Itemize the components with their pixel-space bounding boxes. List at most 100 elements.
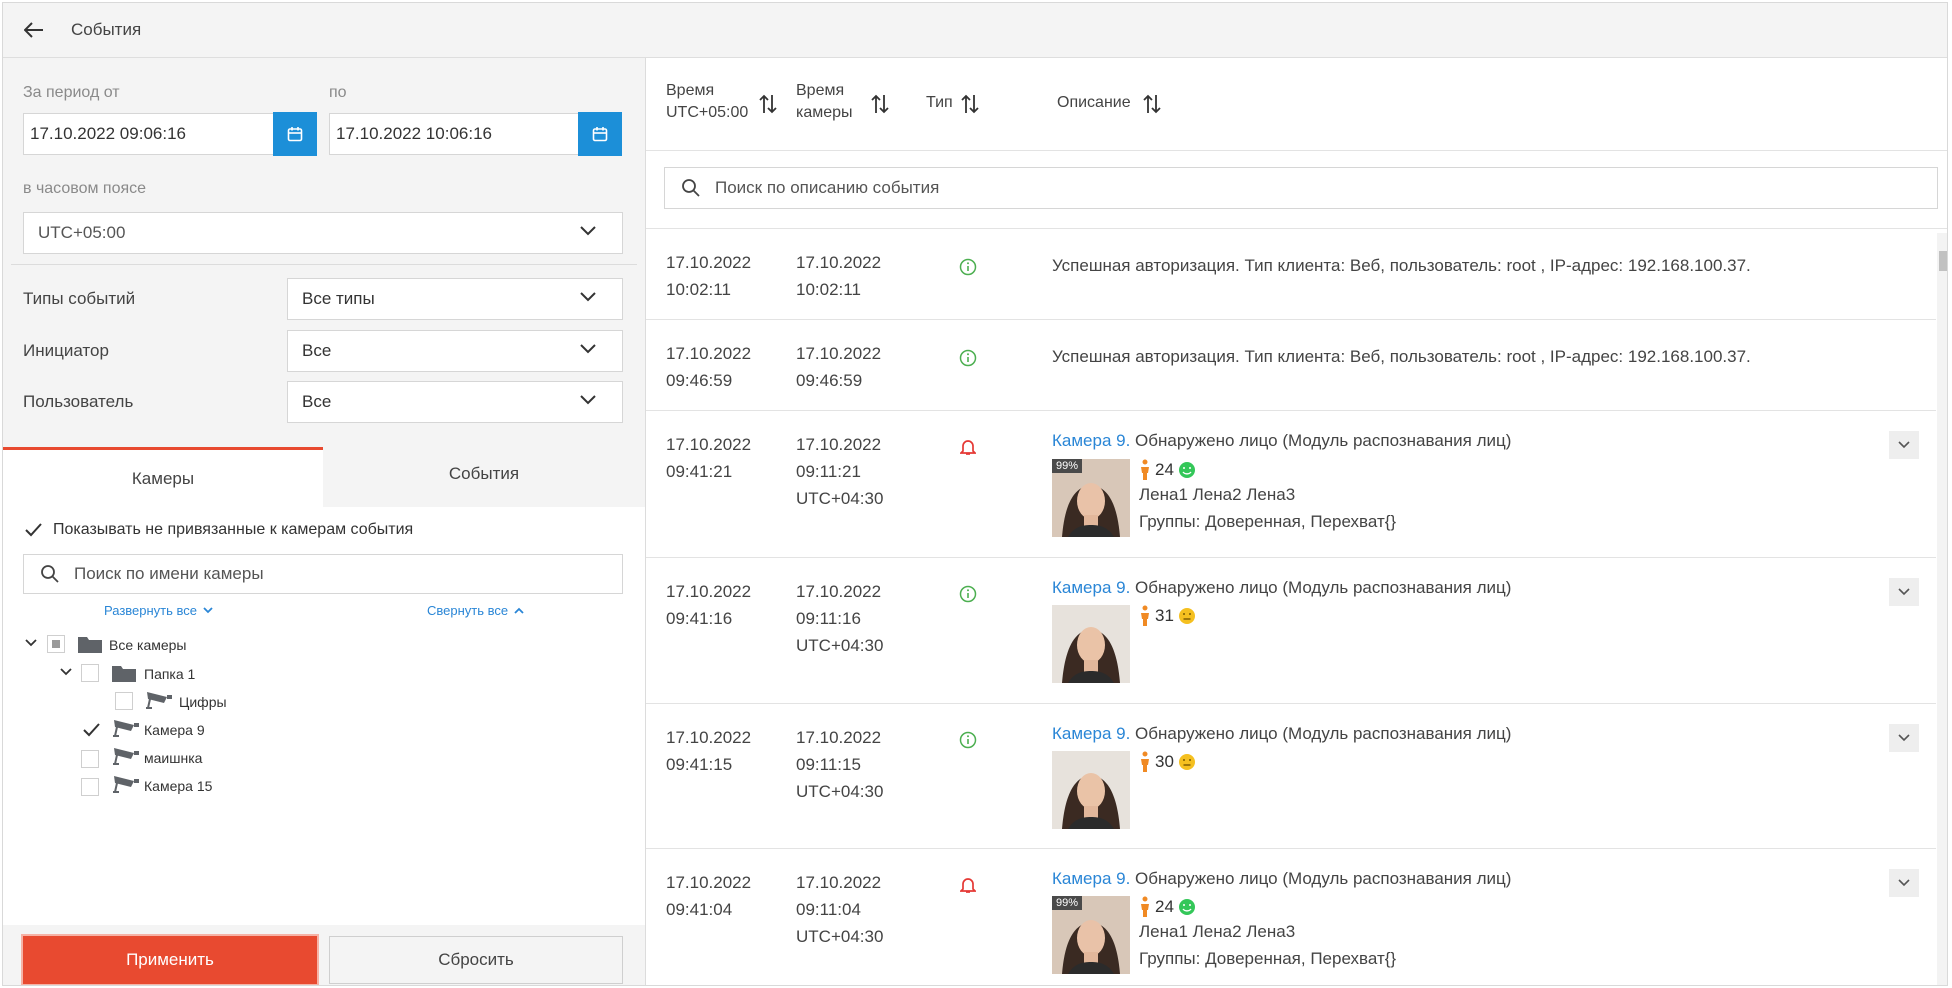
camera-tree-panel: Показывать не привязанные к камерам собы… bbox=[3, 507, 645, 925]
age-value: 30 bbox=[1155, 752, 1174, 771]
date-from-input[interactable]: 17.10.2022 09:06:16 bbox=[23, 113, 275, 155]
tree-cam9[interactable]: Камера 9 bbox=[144, 722, 205, 738]
camera-link[interactable]: Камера 9. bbox=[1052, 869, 1130, 888]
smile-icon bbox=[1178, 899, 1195, 915]
person-names: Лена1 Лена2 Лена3 bbox=[1139, 485, 1296, 504]
sort-icon[interactable] bbox=[1142, 93, 1162, 115]
chevron-down-icon bbox=[1898, 441, 1910, 449]
info-icon bbox=[959, 258, 977, 276]
col-header-time[interactable]: Время UTC+05:00 bbox=[666, 80, 748, 124]
camera-icon bbox=[113, 748, 139, 765]
col-camtime-line2: камеры bbox=[796, 104, 853, 121]
tree-cam-digits[interactable]: Цифры bbox=[179, 694, 227, 710]
person-icon bbox=[1141, 896, 1149, 917]
chevron-down-icon[interactable] bbox=[60, 668, 72, 676]
initiator-select[interactable]: Все bbox=[287, 330, 623, 372]
col-header-camera-time[interactable]: Время камеры bbox=[796, 80, 853, 124]
sort-icon[interactable] bbox=[758, 93, 778, 115]
col-time-line2: UTC+05:00 bbox=[666, 104, 749, 121]
camera-link[interactable]: Камера 9. bbox=[1052, 431, 1130, 450]
row-time-clock: 09:41:21 bbox=[666, 462, 733, 481]
face-thumbnail[interactable] bbox=[1052, 605, 1130, 683]
expand-row-button[interactable] bbox=[1889, 578, 1919, 606]
cam-digits-checkbox[interactable] bbox=[115, 692, 133, 710]
calendar-icon bbox=[592, 127, 608, 142]
row-description-line: Камера 9. Обнаружено лицо (Модуль распоз… bbox=[1052, 724, 1511, 744]
face-thumbnail[interactable]: 99% bbox=[1052, 896, 1130, 974]
col-header-description[interactable]: Описание bbox=[1057, 92, 1131, 114]
row-camtime-tz: UTC+04:30 bbox=[796, 927, 884, 946]
camera-search-placeholder: Поиск по имени камеры bbox=[74, 564, 264, 583]
chevron-down-icon bbox=[1898, 879, 1910, 887]
camera-link[interactable]: Камера 9. bbox=[1052, 578, 1130, 597]
person-names: Лена1 Лена2 Лена3 bbox=[1139, 922, 1296, 941]
scrollbar-thumb[interactable] bbox=[1939, 251, 1947, 271]
collapse-all-label: Свернуть все bbox=[427, 603, 509, 618]
expand-row-button[interactable] bbox=[1889, 869, 1919, 897]
row-description: Успешная авторизация. Тип клиента: Веб, … bbox=[1052, 256, 1751, 275]
row-time-clock: 09:46:59 bbox=[666, 371, 733, 390]
row-description-line: Камера 9. Обнаружено лицо (Модуль распоз… bbox=[1052, 869, 1511, 889]
event-types-select[interactable]: Все типы bbox=[287, 278, 623, 320]
date-to-input[interactable]: 17.10.2022 10:06:16 bbox=[329, 113, 581, 155]
table-row[interactable]: 17.10.2022 09:41:15 17.10.2022 09:11:15 UTC… bbox=[646, 704, 1936, 849]
info-icon bbox=[959, 731, 977, 749]
apply-button[interactable]: Применить bbox=[23, 936, 317, 984]
table-row[interactable]: 17.10.2022 09:41:16 17.10.2022 09:11:16 UTC… bbox=[646, 558, 1936, 704]
row-time-date: 17.10.2022 bbox=[666, 435, 752, 454]
expand-row-button[interactable] bbox=[1889, 724, 1919, 752]
camera-link[interactable]: Камера 9. bbox=[1052, 724, 1130, 743]
table-row[interactable]: 17.10.2022 10:02:11 17.10.2022 10:02:11 Ус… bbox=[646, 229, 1936, 320]
folder1-checkbox[interactable] bbox=[81, 664, 99, 682]
person-icon bbox=[1141, 605, 1149, 626]
timezone-select[interactable]: UTC+05:00 bbox=[23, 212, 623, 254]
sort-icon[interactable] bbox=[870, 93, 890, 115]
date-from-calendar-button[interactable] bbox=[273, 112, 317, 156]
event-search-input[interactable]: Поиск по описанию события bbox=[664, 167, 1938, 209]
tab-cameras[interactable]: Камеры bbox=[3, 447, 323, 507]
tree-cam15[interactable]: Камера 15 bbox=[144, 778, 212, 794]
face-thumbnail[interactable] bbox=[1052, 751, 1130, 829]
row-description: Успешная авторизация. Тип клиента: Веб, … bbox=[1052, 347, 1751, 366]
folder-icon bbox=[78, 637, 102, 653]
col-camtime-line1: Время bbox=[796, 82, 845, 99]
user-select[interactable]: Все bbox=[287, 381, 623, 423]
tab-events[interactable]: События bbox=[323, 444, 645, 504]
table-row[interactable]: 17.10.2022 09:41:21 17.10.2022 09:11:21 UTC… bbox=[646, 411, 1936, 558]
camera-icon bbox=[146, 692, 172, 709]
scrollbar[interactable] bbox=[1937, 233, 1947, 985]
check-icon[interactable] bbox=[81, 720, 101, 740]
camera-search-input[interactable]: Поиск по имени камеры bbox=[23, 554, 623, 594]
tree-all-cameras[interactable]: Все камеры bbox=[109, 637, 187, 653]
camera-icon bbox=[113, 776, 139, 793]
sort-icon[interactable] bbox=[960, 93, 980, 115]
date-to-calendar-button[interactable] bbox=[578, 112, 622, 156]
back-button[interactable] bbox=[19, 15, 49, 45]
collapse-all-link[interactable]: Свернуть все bbox=[427, 603, 524, 618]
age-value: 31 bbox=[1155, 606, 1174, 625]
row-camtime-clock: 09:11:21 bbox=[796, 462, 861, 481]
cam-car-checkbox[interactable] bbox=[81, 750, 99, 768]
reset-button[interactable]: Сбросить bbox=[329, 936, 623, 984]
expand-row-button[interactable] bbox=[1889, 431, 1919, 459]
tree-cam-car[interactable]: маишнка bbox=[144, 750, 202, 766]
table-row[interactable]: 17.10.2022 09:41:04 17.10.2022 09:11:04 UTC… bbox=[646, 849, 1936, 985]
age-value: 24 bbox=[1155, 897, 1174, 916]
expand-all-link[interactable]: Развернуть все bbox=[104, 603, 213, 618]
chevron-down-icon[interactable] bbox=[25, 639, 37, 647]
check-icon bbox=[25, 523, 42, 537]
all-cameras-checkbox[interactable] bbox=[47, 635, 65, 653]
timezone-label: в часовом поясе bbox=[23, 180, 147, 197]
confidence-badge: 99% bbox=[1052, 459, 1083, 473]
row-camtime-clock: 09:11:16 bbox=[796, 609, 861, 628]
col-header-type[interactable]: Тип bbox=[926, 92, 953, 114]
cam15-checkbox[interactable] bbox=[81, 778, 99, 796]
row-camtime-tz: UTC+04:30 bbox=[796, 636, 884, 655]
row-time-clock: 10:02:11 bbox=[666, 280, 731, 299]
tree-folder1[interactable]: Папка 1 bbox=[144, 666, 195, 682]
person-icon bbox=[1141, 459, 1149, 480]
show-unbound-checkbox[interactable] bbox=[23, 520, 43, 540]
face-thumbnail[interactable]: 99% bbox=[1052, 459, 1130, 537]
table-row[interactable]: 17.10.2022 09:46:59 17.10.2022 09:46:59 Ус… bbox=[646, 320, 1936, 411]
events-panel: Время UTC+05:00 Время камеры Тип Описани… bbox=[646, 58, 1947, 985]
